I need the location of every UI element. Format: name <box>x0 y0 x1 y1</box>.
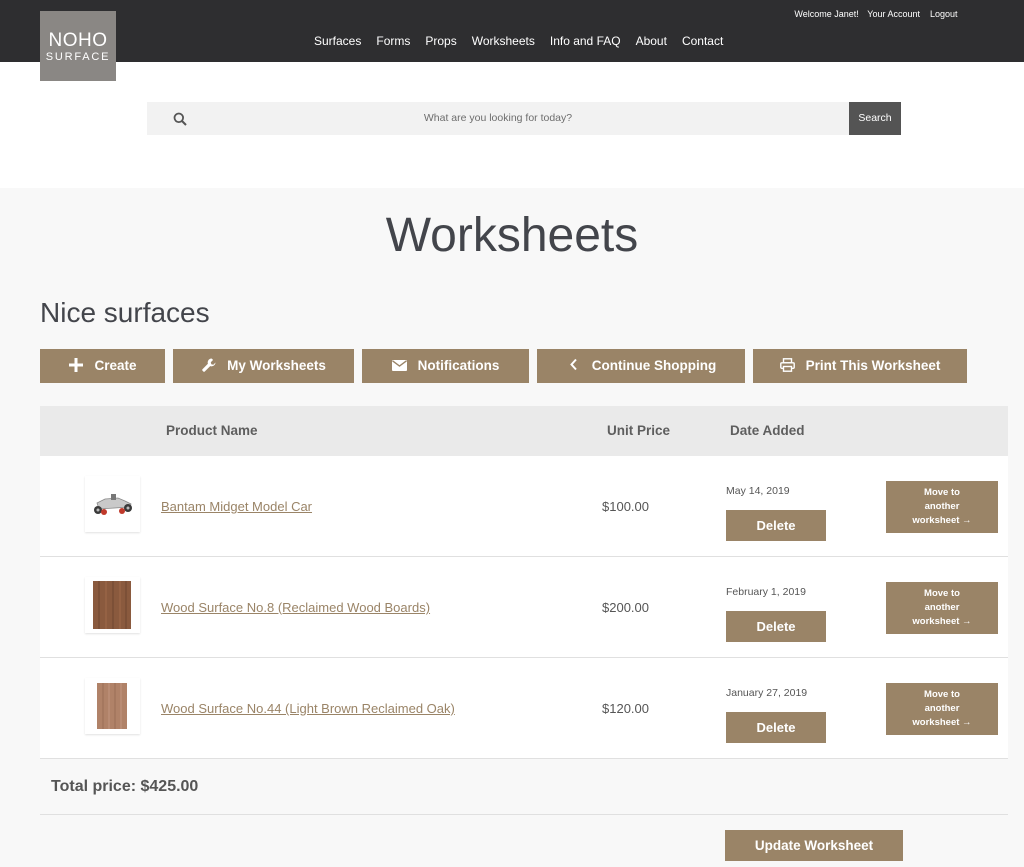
continue-shopping-label: Continue Shopping <box>591 358 717 373</box>
delete-button[interactable]: Delete <box>726 712 826 743</box>
my-worksheets-label: My Worksheets <box>227 358 326 373</box>
delete-button[interactable]: Delete <box>726 510 826 541</box>
create-label: Create <box>94 358 137 373</box>
move-label-line3: worksheet → <box>912 515 972 526</box>
table-row: Wood Surface No.44 (Light Brown Reclaime… <box>40 658 1008 759</box>
search-input[interactable]: What are you looking for today? <box>147 102 849 135</box>
total-price: Total price: $425.00 <box>51 778 199 795</box>
print-worksheet-label: Print This Worksheet <box>805 358 941 373</box>
move-label-line2: another <box>924 703 960 714</box>
update-worksheet-button[interactable]: Update Worksheet <box>725 830 903 861</box>
nav-worksheets[interactable]: Worksheets <box>472 34 535 48</box>
your-account-link[interactable]: Your Account <box>867 9 920 19</box>
logo-line1: NOHO <box>48 30 108 51</box>
chevron-left-icon <box>566 349 582 383</box>
nav-contact[interactable]: Contact <box>682 34 723 48</box>
product-link[interactable]: Bantam Midget Model Car <box>161 499 312 514</box>
move-label-line2: another <box>924 501 960 512</box>
my-worksheets-button[interactable]: My Worksheets <box>173 349 354 383</box>
table-row: Bantam Midget Model Car $100.00 May 14, … <box>40 456 1008 557</box>
welcome-text: Welcome Janet! <box>794 9 859 19</box>
divider <box>40 814 1008 815</box>
unit-price: $100.00 <box>602 499 649 514</box>
move-to-worksheet-button[interactable]: Move to another worksheet → <box>886 582 998 634</box>
unit-price: $120.00 <box>602 701 649 716</box>
worksheet-title: Nice surfaces <box>40 297 210 328</box>
col-product-name: Product Name <box>166 423 258 438</box>
col-date-added: Date Added <box>730 423 805 438</box>
product-thumbnail-wood-8[interactable] <box>85 577 140 633</box>
move-label-line3: worksheet → <box>912 616 972 627</box>
main-nav: Surfaces Forms Props Worksheets Info and FAQ… <box>314 34 738 48</box>
product-link[interactable]: Wood Surface No.8 (Reclaimed Wood Boards… <box>161 600 430 615</box>
product-thumbnail-car[interactable] <box>85 476 140 532</box>
printer-icon <box>780 349 796 383</box>
move-label-line1: Move to <box>924 689 960 700</box>
move-label-line1: Move to <box>924 487 960 498</box>
move-to-worksheet-button[interactable]: Move to another worksheet → <box>886 481 998 533</box>
product-thumbnail-wood-44[interactable] <box>85 678 140 734</box>
account-links: Welcome Janet! Your Account Logout <box>788 9 957 19</box>
site-header: Welcome Janet! Your Account Logout Surfa… <box>0 0 1024 62</box>
print-worksheet-button[interactable]: Print This Worksheet <box>753 349 967 383</box>
nav-props[interactable]: Props <box>425 34 456 48</box>
wrench-icon <box>201 349 217 383</box>
date-added: January 27, 2019 <box>726 687 808 699</box>
move-label-line2: another <box>924 602 960 613</box>
product-link[interactable]: Wood Surface No.44 (Light Brown Reclaime… <box>161 701 455 716</box>
nav-surfaces[interactable]: Surfaces <box>314 34 361 48</box>
unit-price: $200.00 <box>602 600 649 615</box>
logo-line2: SURFACE <box>45 51 111 63</box>
continue-shopping-button[interactable]: Continue Shopping <box>537 349 745 383</box>
notifications-label: Notifications <box>417 358 500 373</box>
plus-icon <box>68 349 84 383</box>
site-logo[interactable]: NOHO SURFACE <box>40 11 116 81</box>
date-added: February 1, 2019 <box>726 586 806 598</box>
nav-info-faq[interactable]: Info and FAQ <box>550 34 621 48</box>
notifications-button[interactable]: Notifications <box>362 349 529 383</box>
search-button[interactable]: Search <box>849 102 901 135</box>
date-added: May 14, 2019 <box>726 485 790 497</box>
nav-forms[interactable]: Forms <box>376 34 410 48</box>
page-title: Worksheets <box>385 209 639 262</box>
move-label-line1: Move to <box>924 588 960 599</box>
logout-link[interactable]: Logout <box>930 9 958 19</box>
move-to-worksheet-button[interactable]: Move to another worksheet → <box>886 683 998 735</box>
table-header: Product Name Unit Price Date Added <box>40 406 1008 456</box>
table-row: Wood Surface No.8 (Reclaimed Wood Boards… <box>40 557 1008 658</box>
move-label-line3: worksheet → <box>912 717 972 728</box>
delete-button[interactable]: Delete <box>726 611 826 642</box>
nav-about[interactable]: About <box>636 34 667 48</box>
envelope-icon <box>392 349 408 383</box>
search-placeholder: What are you looking for today? <box>423 112 573 124</box>
create-button[interactable]: Create <box>40 349 165 383</box>
col-unit-price: Unit Price <box>607 423 671 438</box>
